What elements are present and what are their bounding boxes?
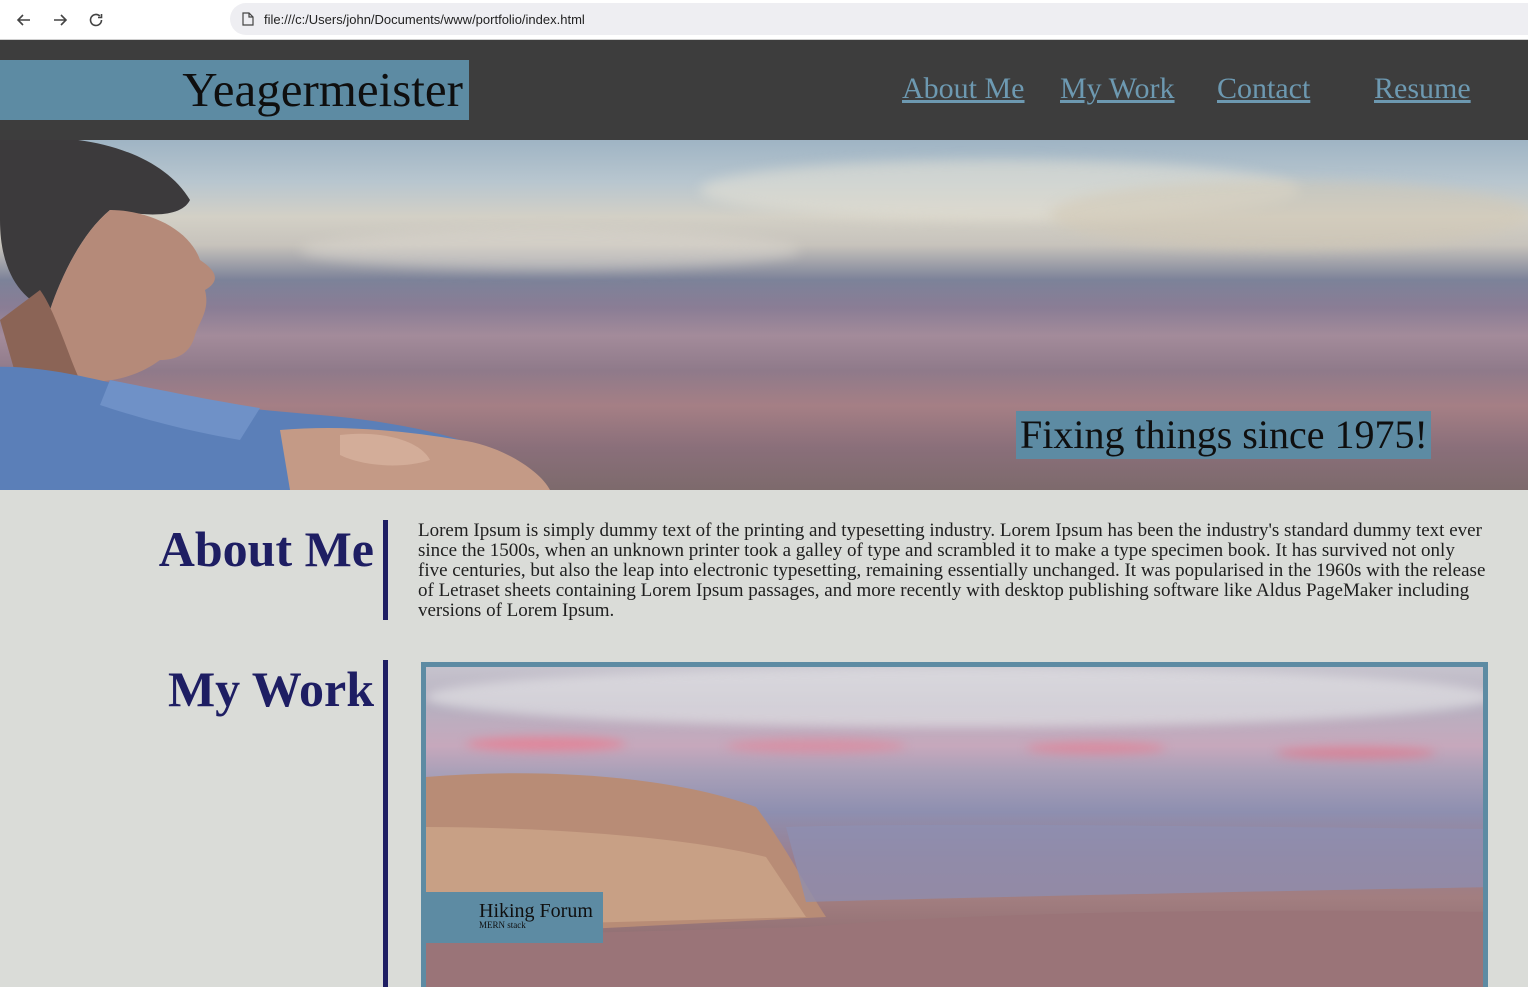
about-me-heading: About Me: [158, 521, 374, 577]
site-header: Yeagermeister About Me My Work Contact R…: [0, 40, 1528, 140]
canyon-photo: [426, 773, 1483, 987]
my-work-heading: My Work: [167, 661, 374, 717]
nav-link-my-work[interactable]: My Work: [1060, 72, 1175, 105]
forward-arrow-icon[interactable]: [48, 8, 72, 32]
project-title: Hiking Forum: [479, 900, 593, 922]
url-text: file:///c:/Users/john/Documents/www/port…: [264, 11, 585, 27]
address-bar[interactable]: file:///c:/Users/john/Documents/www/port…: [230, 3, 1528, 35]
site-logo: Yeagermeister: [182, 62, 463, 117]
browser-toolbar: file:///c:/Users/john/Documents/www/port…: [0, 0, 1528, 40]
back-arrow-icon[interactable]: [12, 8, 36, 32]
hero-image: Fixing things since 1975!: [0, 140, 1528, 490]
project-card-hiking-forum[interactable]: Hiking Forum MERN stack: [421, 662, 1488, 987]
logo-box[interactable]: Yeagermeister: [0, 60, 469, 120]
about-divider: [383, 520, 388, 620]
project-subtitle: MERN stack: [479, 920, 526, 930]
hero-tagline: Fixing things since 1975!: [1016, 411, 1431, 459]
reload-icon[interactable]: [84, 8, 108, 32]
nav-link-contact[interactable]: Contact: [1217, 72, 1310, 105]
work-divider: [383, 660, 388, 987]
about-me-text: Lorem Ipsum is simply dummy text of the …: [418, 520, 1486, 621]
file-icon: [242, 12, 254, 26]
nav-link-about-me[interactable]: About Me: [902, 72, 1025, 105]
project-caption: Hiking Forum MERN stack: [426, 892, 603, 943]
nav-link-resume[interactable]: Resume: [1374, 72, 1471, 105]
portrait-photo: [0, 140, 550, 490]
